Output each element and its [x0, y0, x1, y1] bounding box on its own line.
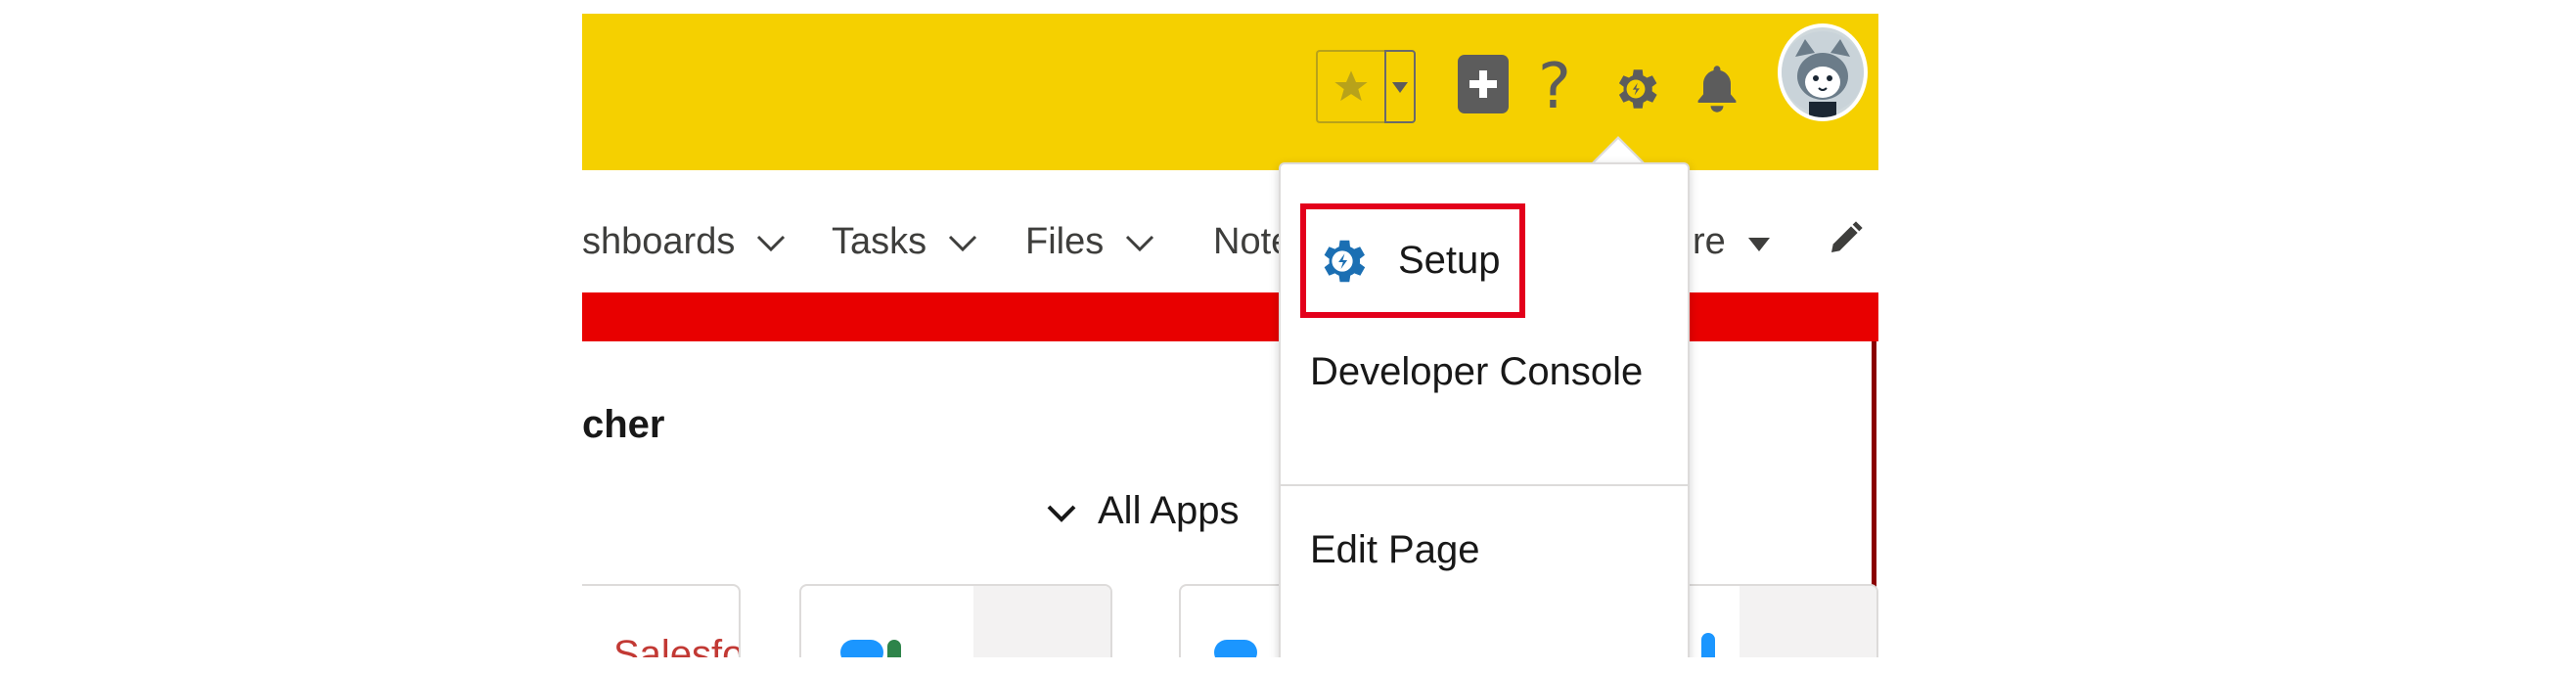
cloud-logo-icon	[840, 640, 883, 657]
menu-item-edit-page[interactable]: Edit Page	[1310, 528, 1479, 572]
menu-item-label: Setup	[1398, 239, 1501, 282]
nav-item-label: shboards	[582, 221, 736, 262]
app-card-thumbnail	[1740, 586, 1876, 657]
chevron-down-icon[interactable]	[948, 221, 977, 263]
plus-icon[interactable]	[1458, 55, 1509, 113]
setup-menu: Setup Developer Console Edit Page	[1279, 162, 1690, 657]
app-card[interactable]: Salesfo	[582, 584, 741, 657]
star-icon[interactable]	[1316, 50, 1384, 123]
menu-item-label: Edit Page	[1310, 528, 1480, 571]
nav-item-tasks[interactable]: Tasks	[832, 221, 977, 263]
all-apps-toggle[interactable]: All Apps	[1047, 489, 1240, 533]
app-card-label: Salesfo	[613, 633, 741, 657]
app-card-thumbnail	[973, 586, 1110, 657]
nav-item-dashboards[interactable]: shboards	[582, 221, 786, 263]
pencil-icon[interactable]	[1827, 217, 1866, 258]
nav-item-label: Tasks	[832, 221, 927, 262]
all-apps-label: All Apps	[1098, 489, 1240, 532]
menu-divider	[1281, 484, 1688, 486]
global-header: ?	[582, 14, 1878, 170]
nav-item-more[interactable]: re	[1693, 221, 1771, 263]
menu-item-setup[interactable]: Setup	[1300, 203, 1525, 318]
app-card[interactable]	[799, 584, 1112, 657]
cloud-logo-icon	[1214, 640, 1257, 657]
menu-item-developer-console[interactable]: Developer Console	[1310, 350, 1643, 394]
setup-gear-icon	[1314, 233, 1371, 290]
nav-item-label: re	[1693, 221, 1726, 262]
gear-icon[interactable]	[1606, 55, 1665, 123]
help-icon[interactable]: ?	[1533, 51, 1576, 123]
chevron-down-icon[interactable]	[756, 221, 786, 263]
favorites-control[interactable]	[1316, 50, 1416, 123]
avatar-icon[interactable]	[1778, 23, 1868, 121]
bell-icon[interactable]	[1688, 55, 1746, 123]
salesforce-window: ? shboards Tasks Files Note re cher All …	[582, 14, 1878, 657]
app-launcher-title: cher	[582, 403, 665, 446]
chevron-down-icon[interactable]	[1047, 489, 1076, 533]
cloud-logo-icon	[887, 640, 901, 657]
chevron-down-icon[interactable]	[1125, 221, 1154, 263]
nav-item-files[interactable]: Files	[1025, 221, 1154, 263]
cloud-logo-icon	[1701, 633, 1715, 657]
nav-item-label: Files	[1025, 221, 1105, 262]
menu-item-label: Developer Console	[1310, 350, 1644, 393]
caret-down-icon[interactable]	[1747, 221, 1771, 263]
caret-down-icon[interactable]	[1384, 50, 1416, 123]
